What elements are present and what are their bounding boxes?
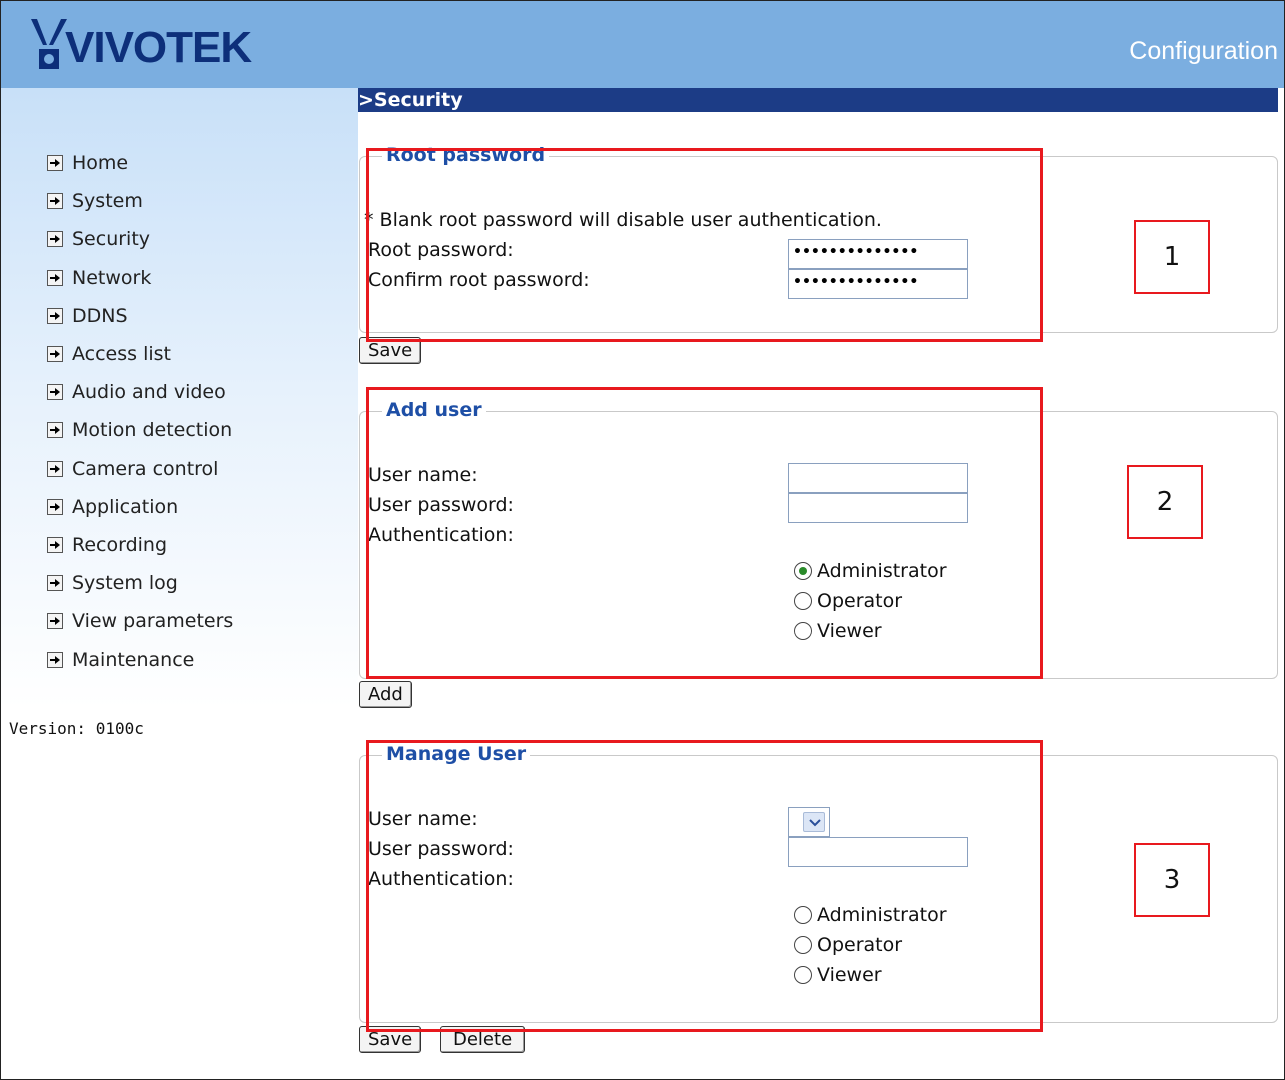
sidebar-item-access-list[interactable]: Access list (47, 335, 233, 373)
sidebar-item-label: View parameters (72, 610, 234, 633)
arrow-right-icon (47, 231, 63, 248)
add-user-radio-administrator[interactable]: Administrator (794, 556, 947, 586)
arrow-right-icon (47, 422, 63, 439)
header-banner: VIVOTEK Configuration (1, 1, 1284, 88)
sidebar-item-label: Motion detection (72, 419, 233, 442)
annotation-number-3: 3 (1134, 843, 1210, 917)
sidebar-item-network[interactable]: Network (47, 259, 233, 297)
sidebar-nav: Home System Security Network DDNS Access… (47, 144, 233, 679)
blank-password-note: * Blank root password will disable user … (364, 209, 882, 231)
sidebar-item-motion-detection[interactable]: Motion detection (47, 411, 233, 449)
sidebar-item-home[interactable]: Home (47, 144, 233, 182)
add-user-radio-operator[interactable]: Operator (794, 586, 902, 616)
confirm-root-password-label: Confirm root password: (368, 269, 590, 291)
manage-user-legend: Manage User (382, 743, 531, 765)
root-password-input[interactable]: •••••••••••••• (788, 239, 968, 269)
sidebar-item-label: Security (72, 228, 151, 251)
sidebar-item-view-parameters[interactable]: View parameters (47, 602, 233, 640)
sidebar-item-label: Camera control (72, 457, 219, 480)
sidebar-item-label: System (72, 190, 143, 213)
vivotek-logo: VIVOTEK (29, 13, 259, 77)
configuration-label: Configuration (1129, 37, 1278, 65)
root-password-label: Root password: (368, 239, 514, 261)
radio-icon (794, 906, 812, 924)
add-user-auth-label: Authentication: (368, 524, 514, 546)
add-user-legend: Add user (382, 399, 486, 421)
annotation-number-1: 1 (1134, 220, 1210, 294)
arrow-right-icon (47, 536, 63, 553)
sidebar-item-label: Access list (72, 343, 171, 366)
section-title-bar: >Security (358, 88, 1278, 112)
add-user-fieldset: Add user User name: User password: Authe… (359, 399, 1278, 679)
sidebar-item-ddns[interactable]: DDNS (47, 297, 233, 335)
sidebar-item-security[interactable]: Security (47, 220, 233, 258)
sidebar-item-label: Audio and video (72, 381, 226, 404)
radio-icon (794, 936, 812, 954)
sidebar-item-label: Maintenance (72, 648, 195, 671)
sidebar-item-label: Home (72, 152, 129, 175)
manage-user-radio-operator[interactable]: Operator (794, 930, 902, 960)
sidebar-item-system-log[interactable]: System log (47, 564, 233, 602)
add-user-password-label: User password: (368, 494, 514, 516)
manage-user-password-input[interactable] (788, 837, 968, 867)
sidebar-item-system[interactable]: System (47, 182, 233, 220)
manage-user-auth-label: Authentication: (368, 868, 514, 890)
arrow-right-icon (47, 460, 63, 477)
sidebar: Home System Security Network DDNS Access… (1, 88, 358, 1079)
arrow-right-icon (47, 269, 63, 286)
sidebar-item-recording[interactable]: Recording (47, 526, 233, 564)
sidebar-item-camera-control[interactable]: Camera control (47, 450, 233, 488)
manage-user-delete-button[interactable]: Delete (440, 1026, 526, 1053)
sidebar-item-label: DDNS (72, 304, 128, 327)
add-user-button[interactable]: Add (359, 681, 412, 708)
manage-user-name-label: User name: (368, 808, 478, 830)
sidebar-item-label: Recording (72, 533, 168, 556)
manage-user-name-select[interactable] (788, 807, 830, 837)
add-user-name-label: User name: (368, 464, 478, 486)
root-password-legend: Root password (382, 144, 550, 166)
add-user-password-input[interactable] (788, 493, 968, 523)
radio-icon (794, 966, 812, 984)
arrow-right-icon (47, 498, 63, 515)
arrow-right-icon (47, 384, 63, 401)
sidebar-item-label: System log (72, 572, 178, 595)
add-user-name-input[interactable] (788, 463, 968, 493)
sidebar-item-label: Application (72, 495, 179, 518)
arrow-right-icon (47, 651, 63, 668)
version-text: Version: 0100c (9, 719, 144, 738)
browser-frame: VIVOTEK Configuration Home System Securi… (0, 0, 1285, 1080)
arrow-right-icon (47, 193, 63, 210)
annotation-number-2: 2 (1127, 465, 1203, 539)
chevron-down-icon (803, 812, 825, 832)
sidebar-item-application[interactable]: Application (47, 488, 233, 526)
manage-user-password-label: User password: (368, 838, 514, 860)
confirm-root-password-input[interactable]: •••••••••••••• (788, 269, 968, 299)
sidebar-item-maintenance[interactable]: Maintenance (47, 640, 233, 678)
manage-user-save-button[interactable]: Save (359, 1026, 422, 1053)
page-title: >Security (358, 89, 463, 111)
radio-icon (794, 592, 812, 610)
arrow-right-icon (47, 155, 63, 172)
add-user-radio-viewer[interactable]: Viewer (794, 616, 882, 646)
radio-selected-icon (794, 562, 812, 580)
sidebar-item-audio-and-video[interactable]: Audio and video (47, 373, 233, 411)
radio-icon (794, 622, 812, 640)
arrow-right-icon (47, 613, 63, 630)
root-password-save-button[interactable]: Save (359, 337, 422, 364)
arrow-right-icon (47, 575, 63, 592)
manage-user-radio-viewer[interactable]: Viewer (794, 960, 882, 990)
sidebar-item-label: Network (72, 266, 152, 289)
manage-user-radio-administrator[interactable]: Administrator (794, 900, 947, 930)
arrow-right-icon (47, 307, 63, 324)
arrow-right-icon (47, 346, 63, 363)
